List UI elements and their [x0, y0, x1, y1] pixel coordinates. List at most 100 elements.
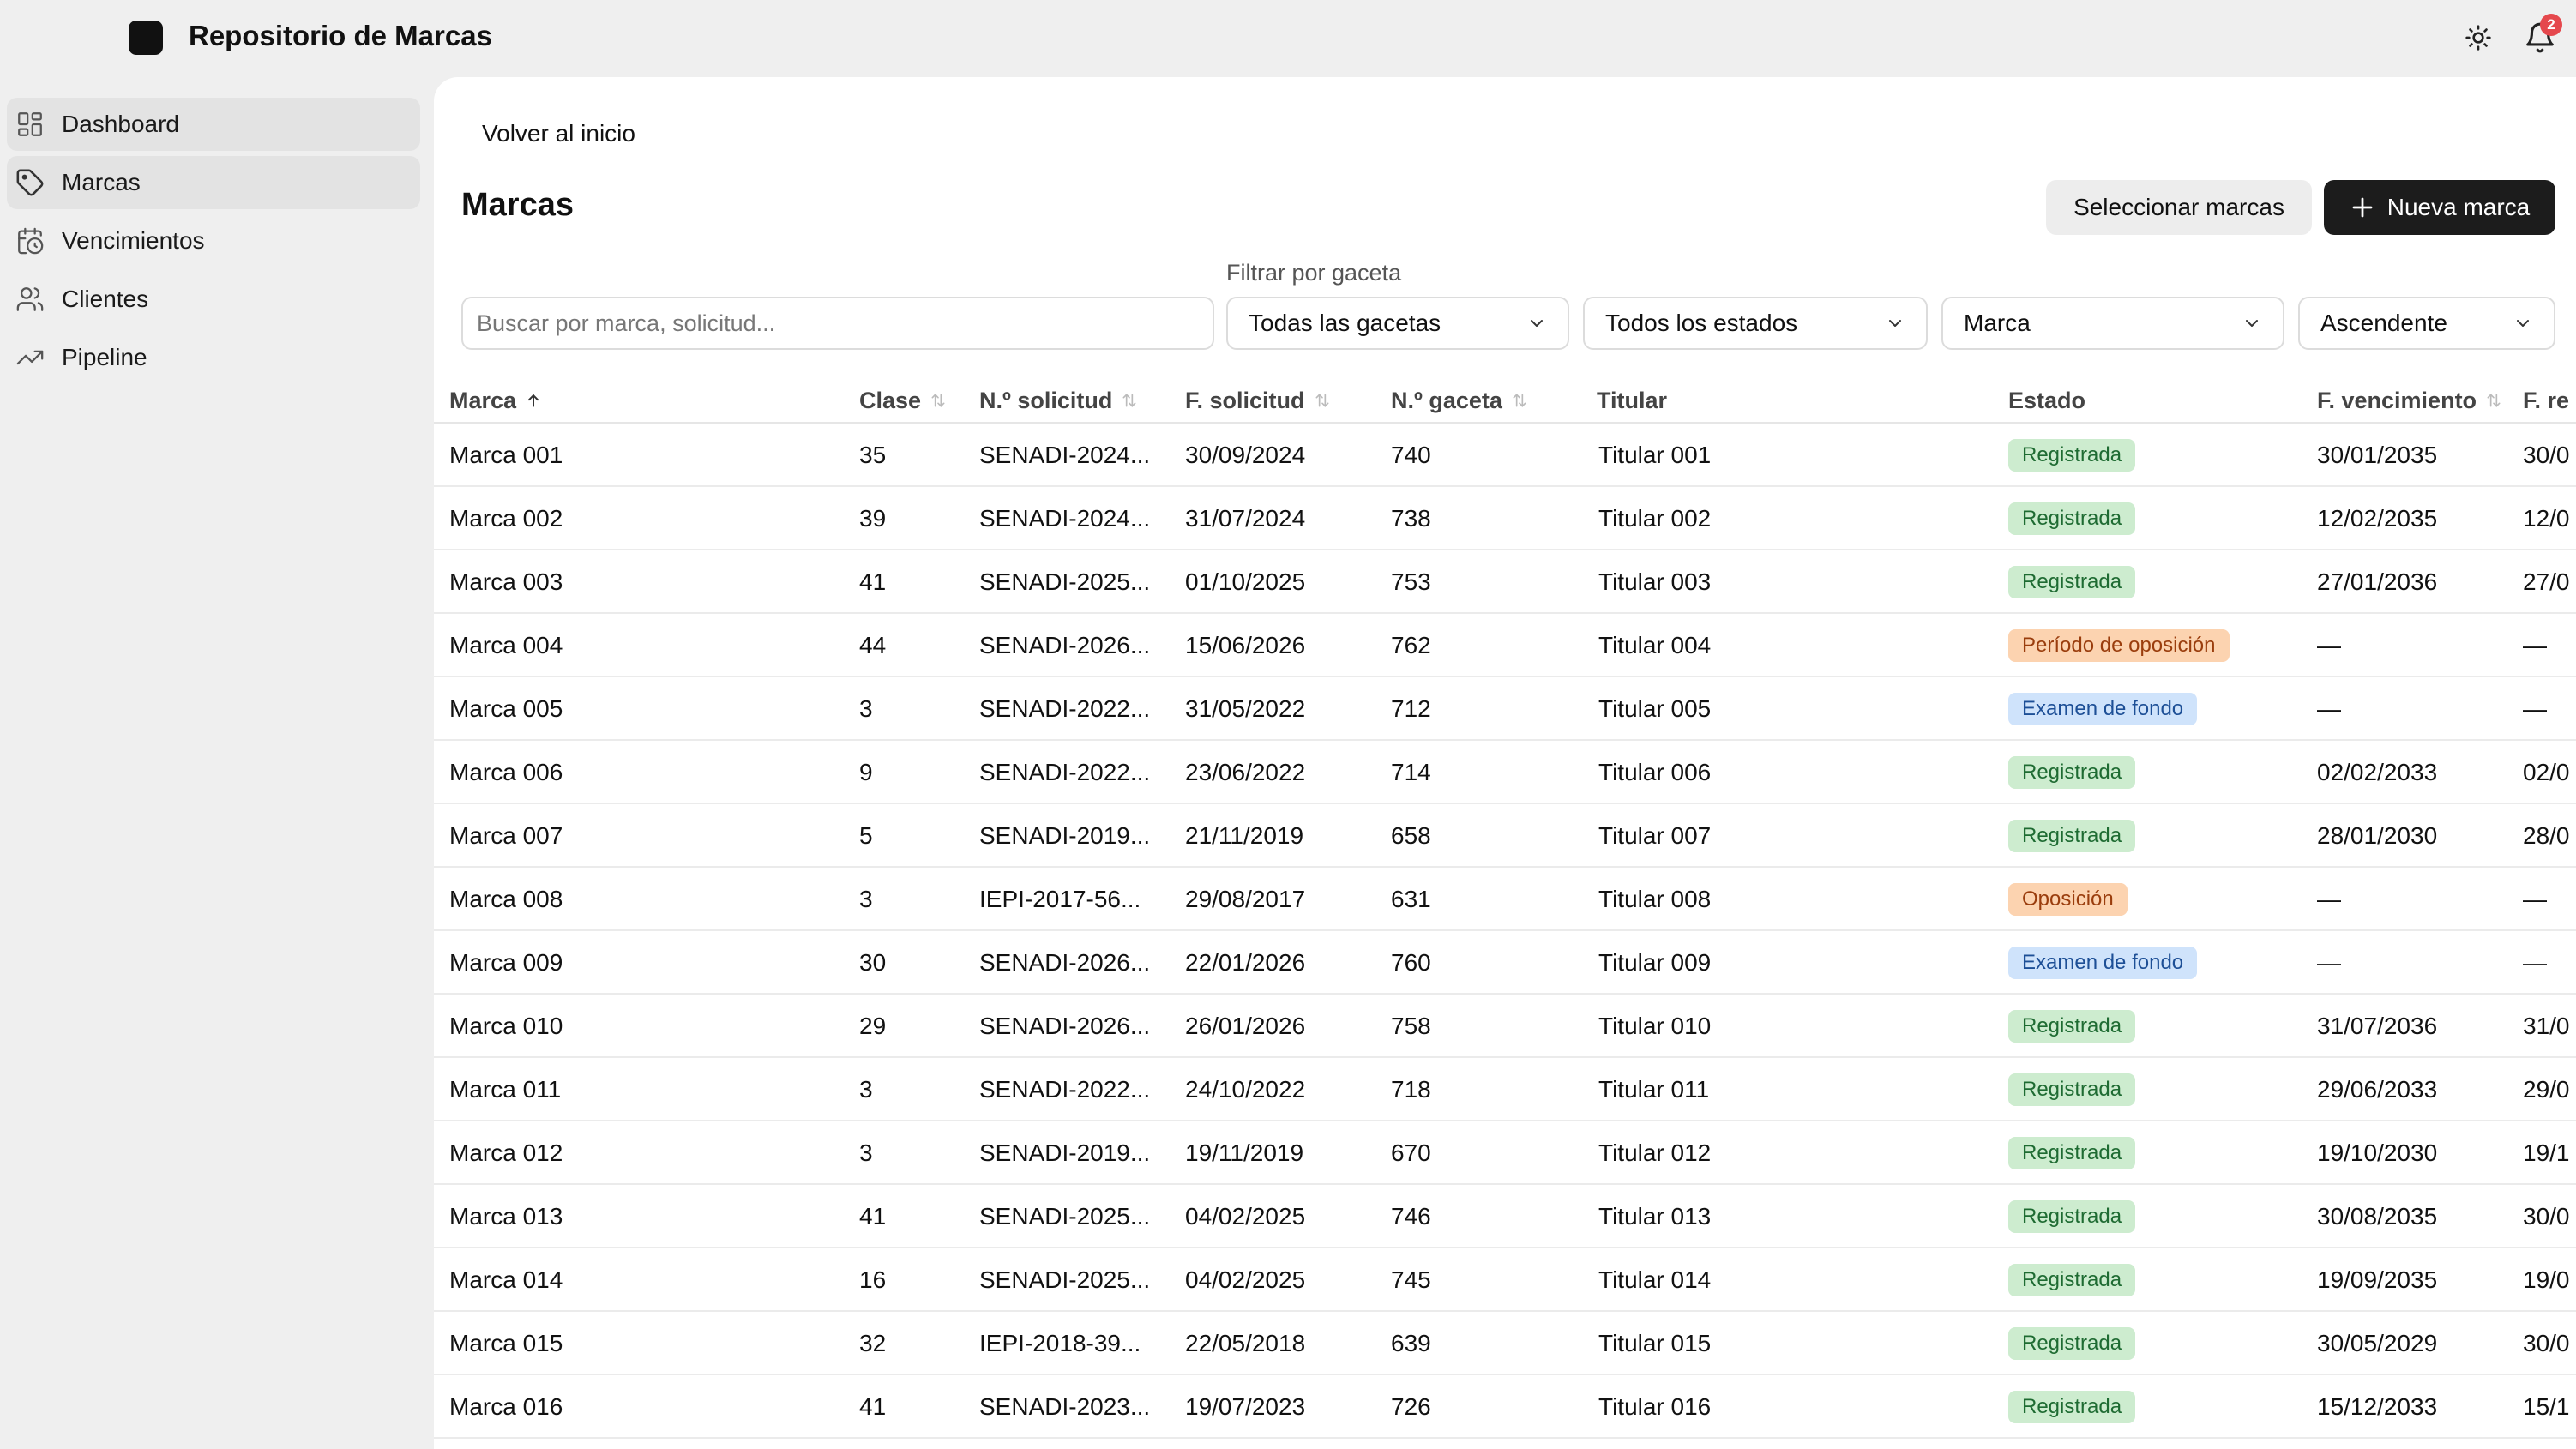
table-row[interactable]: Marca 011 3 SENADI-2022... 24/10/2022 718 Tit… [434, 1058, 2576, 1121]
cell-titular: Titular 010 [1598, 1013, 1712, 1039]
cell-registro: 12/0 [2523, 505, 2570, 532]
table-row[interactable]: Marca 014 16 SENADI-2025... 04/02/2025 745 Ti… [434, 1248, 2576, 1312]
table-row[interactable]: Marca 013 41 SENADI-2025... 04/02/2025 746 Ti… [434, 1185, 2576, 1248]
status-badge: Examen de fondo [2008, 947, 2198, 979]
theme-toggle-button[interactable] [2458, 17, 2499, 58]
column-header-clase[interactable]: Clase [859, 377, 947, 424]
sidebar-item-marcas[interactable]: Marcas [7, 156, 420, 209]
notifications-button[interactable]: 2 [2519, 14, 2562, 58]
status-badge: Registrada [2008, 1391, 2136, 1423]
cell-solicitud: SENADI-2019... [979, 1139, 1151, 1166]
table-row[interactable]: Marca 002 39 SENADI-2024... 31/07/2024 738 Ti… [434, 487, 2576, 550]
users-icon [16, 287, 44, 311]
status-badge: Registrada [2008, 502, 2136, 535]
new-marca-button[interactable]: Nueva marca [2324, 180, 2555, 235]
cell-registro: 28/0 [2523, 822, 2570, 849]
sort-order-select[interactable]: Ascendente [2298, 297, 2555, 350]
cell-solicitud: IEPI-2018-39... [979, 1330, 1141, 1356]
cell-estado: Registrada [2008, 995, 2136, 1058]
cell-clase: 5 [859, 822, 873, 849]
sidebar-item-pipeline[interactable]: Pipeline [7, 331, 420, 384]
column-header-estado: Estado [2008, 387, 2086, 413]
main-panel: Volver al inicio Marcas Seleccionar marc… [434, 77, 2576, 1449]
cell-solicitud: SENADI-2024... [979, 505, 1151, 532]
cell-marca: Marca 007 [449, 822, 563, 849]
column-header-marca[interactable]: Marca [449, 377, 542, 424]
cell-estado: Examen de fondo [2008, 677, 2198, 741]
cell-solicitud: SENADI-2019... [979, 822, 1151, 849]
table-row[interactable]: Marca 006 9 SENADI-2022... 23/06/2022 714 Tit… [434, 741, 2576, 804]
cell-clase: 3 [859, 1139, 873, 1166]
app-logo [129, 21, 163, 55]
column-header-gaceta[interactable]: N.º gaceta [1391, 377, 1528, 424]
cell-solicitud: SENADI-2022... [979, 759, 1151, 785]
column-header-registro[interactable]: F. re [2523, 377, 2569, 424]
cell-clase: 32 [859, 1330, 887, 1356]
cell-fecha-solicitud: 30/09/2024 [1185, 442, 1306, 468]
cell-clase: 44 [859, 632, 887, 658]
sort-field-select[interactable]: Marca [1941, 297, 2284, 350]
chevron-down-icon [1889, 320, 1901, 327]
cell-marca: Marca 009 [449, 949, 563, 976]
select-marcas-button[interactable]: Seleccionar marcas [2046, 180, 2312, 235]
cell-gaceta: 726 [1391, 1393, 1431, 1420]
cell-titular: Titular 012 [1598, 1139, 1712, 1166]
column-header-vencimiento[interactable]: F. vencimiento [2317, 377, 2502, 424]
column-header-solicitud[interactable]: N.º solicitud [979, 377, 1138, 424]
chevron-down-icon [2517, 320, 2529, 327]
cell-gaceta: 753 [1391, 568, 1431, 595]
cell-gaceta: 718 [1391, 1076, 1431, 1103]
back-link[interactable]: Volver al inicio [482, 117, 635, 151]
table-row[interactable]: Marca 008 3 IEPI-2017-56... 29/08/2017 631 Ti… [434, 868, 2576, 931]
cell-clase: 41 [859, 1393, 887, 1420]
sidebar-item-dashboard[interactable]: Dashboard [7, 98, 420, 151]
status-badge: Registrada [2008, 1200, 2136, 1233]
table-row[interactable]: Marca 007 5 SENADI-2019... 21/11/2019 658 Tit… [434, 804, 2576, 868]
sort-arrows-icon [931, 394, 945, 407]
cell-estado: Registrada [2008, 1248, 2136, 1312]
cell-solicitud: SENADI-2022... [979, 1076, 1151, 1103]
cell-titular: Titular 008 [1598, 886, 1712, 912]
cell-fecha-solicitud: 04/02/2025 [1185, 1266, 1306, 1293]
table-row[interactable]: Marca 004 44 SENADI-2026... 15/06/2026 762 Ti… [434, 614, 2576, 677]
cell-gaceta: 670 [1391, 1139, 1431, 1166]
cell-estado: Oposición [2008, 868, 2128, 931]
cell-titular: Titular 011 [1598, 1076, 1710, 1103]
table-row[interactable]: Marca 012 3 SENADI-2019... 19/11/2019 670 Tit… [434, 1121, 2576, 1185]
sidebar-item-clientes[interactable]: Clientes [7, 273, 420, 326]
cell-marca: Marca 016 [449, 1393, 563, 1420]
cell-estado: Registrada [2008, 1375, 2136, 1439]
cell-clase: 29 [859, 1013, 887, 1039]
sidebar-item-vencimientos[interactable]: Vencimientos [7, 214, 420, 268]
table-row[interactable]: Marca 001 35 SENADI-2024... 30/09/2024 740 Ti… [434, 424, 2576, 487]
cell-solicitud: SENADI-2026... [979, 1013, 1151, 1039]
chevron-down-icon [1531, 320, 1543, 327]
sort-arrows-icon [1122, 394, 1136, 407]
cell-fecha-solicitud: 21/11/2019 [1185, 822, 1304, 849]
table-row[interactable]: Marca 003 41 SENADI-2025... 01/10/2025 753 Ti… [434, 550, 2576, 614]
search-input[interactable] [461, 297, 1214, 350]
sun-icon [2465, 25, 2491, 51]
gaceta-select[interactable]: Todas las gacetas [1226, 297, 1569, 350]
cell-titular: Titular 006 [1598, 759, 1712, 785]
table-row[interactable]: Marca 010 29 SENADI-2026... 26/01/2026 758 Ti… [434, 995, 2576, 1058]
table-row[interactable]: Marca 009 30 SENADI-2026... 22/01/2026 760 Ti… [434, 931, 2576, 995]
table-row[interactable]: Marca 016 41 SENADI-2023... 19/07/2023 726 Ti… [434, 1375, 2576, 1439]
cell-marca: Marca 006 [449, 759, 563, 785]
cell-titular: Titular 002 [1598, 505, 1712, 532]
estado-select[interactable]: Todos los estados [1583, 297, 1928, 350]
cell-estado: Registrada [2008, 487, 2136, 550]
cell-clase: 41 [859, 1203, 887, 1230]
cell-vencimiento: — [2317, 632, 2341, 658]
calendar-clock-icon [18, 227, 44, 255]
table-row[interactable]: Marca 005 3 SENADI-2022... 31/05/2022 712 Tit… [434, 677, 2576, 741]
tag-icon [16, 169, 44, 196]
cell-titular: Titular 016 [1598, 1393, 1712, 1420]
cell-registro: 19/0 [2523, 1266, 2570, 1293]
column-header-fecha-solicitud[interactable]: F. solicitud [1185, 377, 1331, 424]
cell-marca: Marca 002 [449, 505, 563, 532]
table-row[interactable]: Marca 015 32 IEPI-2018-39... 22/05/2018 639 T… [434, 1312, 2576, 1375]
cell-solicitud: SENADI-2023... [979, 1393, 1151, 1420]
cell-registro: 02/0 [2523, 759, 2570, 785]
cell-titular: Titular 003 [1598, 568, 1712, 595]
